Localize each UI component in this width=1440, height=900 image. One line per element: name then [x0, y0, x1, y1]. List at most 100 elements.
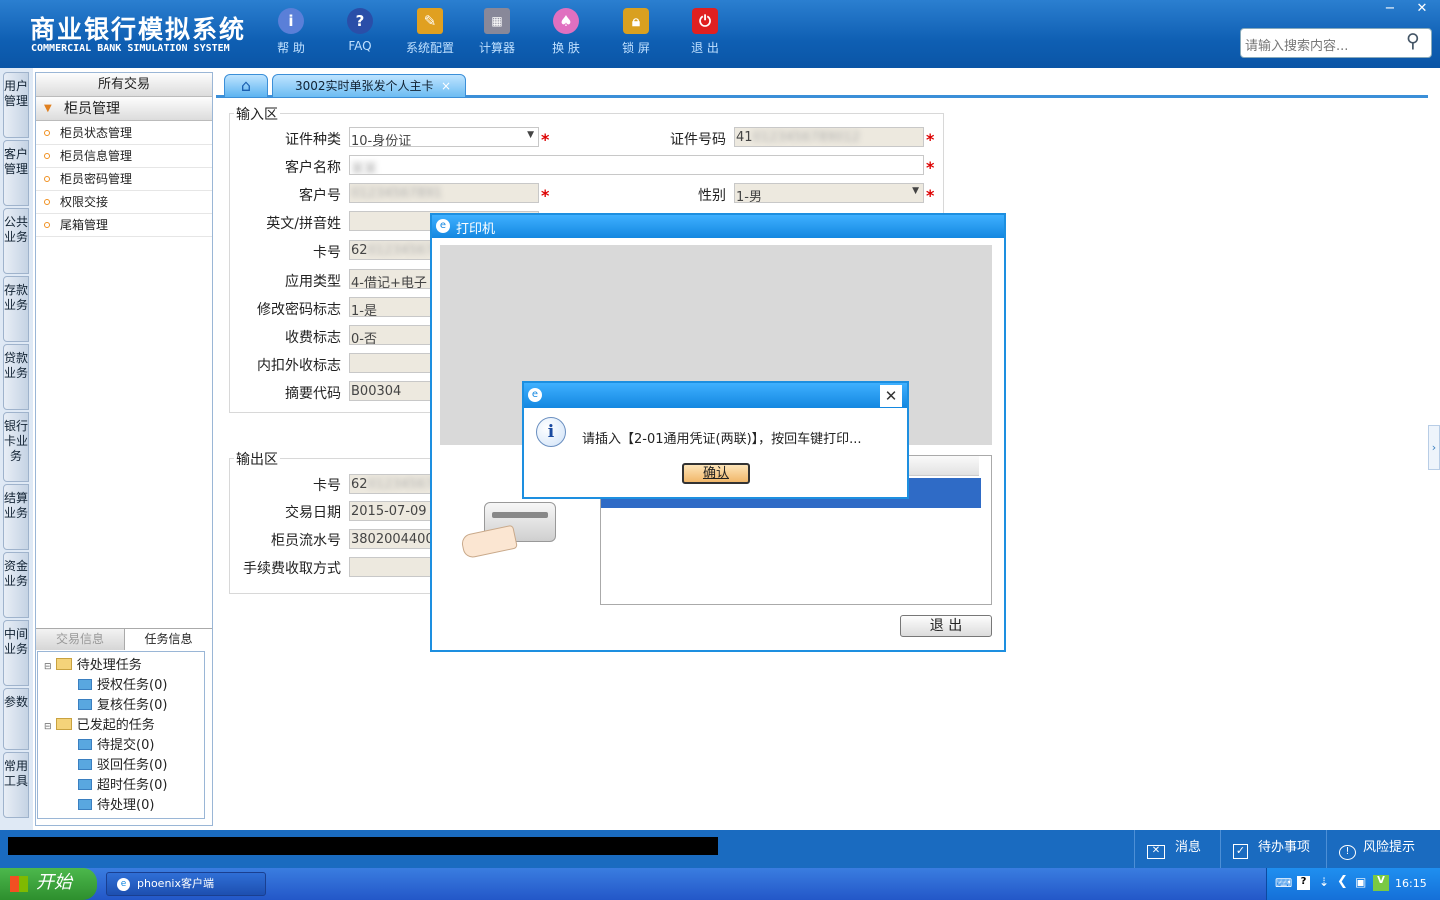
- transaction-panel: 所有交易 ▼ 柜员管理 柜员状态管理 柜员信息管理 柜员密码管理 权限交接 尾箱管…: [35, 72, 213, 826]
- lock-button[interactable]: 🔒︎ 锁 屏: [606, 8, 666, 56]
- home-icon[interactable]: ⌂: [224, 74, 268, 98]
- tree-node[interactable]: 超时任务(0): [78, 774, 167, 793]
- vtab-common-tools[interactable]: 常用工具: [3, 752, 29, 818]
- messages-button[interactable]: ✕ 消息: [1134, 830, 1234, 868]
- taskbar-app-button[interactable]: e phoenix客户端: [106, 872, 266, 896]
- app-logo-subtitle: COMMERCIAL BANK SIMULATION SYSTEM: [31, 43, 230, 54]
- chevron-down-icon[interactable]: ▼: [912, 186, 919, 196]
- menu-item[interactable]: 柜员密码管理: [36, 168, 212, 191]
- start-button[interactable]: 开始: [0, 868, 97, 900]
- id-number-field[interactable]: 410123456789012: [734, 127, 924, 147]
- field-label: 英文/拼音姓: [266, 216, 341, 232]
- skin-button[interactable]: ♠ 换 肤: [536, 8, 596, 56]
- folder-icon: [78, 739, 92, 750]
- gender-select[interactable]: 1-男 ▼: [734, 183, 924, 203]
- vtab-loan[interactable]: 贷款业务: [3, 344, 29, 410]
- signal-icon[interactable]: ⇣: [1319, 875, 1329, 889]
- arrow-left-icon[interactable]: ❮: [1337, 874, 1348, 889]
- bullet-icon: [44, 130, 50, 136]
- calculator-button[interactable]: ▦ 计算器: [467, 8, 527, 56]
- keyboard-icon[interactable]: ⌨: [1275, 876, 1292, 890]
- risk-button[interactable]: ! 风险提示: [1326, 830, 1440, 868]
- required-mark: *: [926, 186, 935, 205]
- faq-button[interactable]: ? FAQ: [330, 8, 390, 53]
- customer-number-field[interactable]: 01234567891: [349, 183, 539, 203]
- folder-icon: [55, 718, 72, 730]
- tree-node[interactable]: 待提交(0): [78, 734, 154, 753]
- customer-name-field[interactable]: 某某: [349, 155, 924, 175]
- tree-node[interactable]: 授权任务(0): [78, 674, 167, 693]
- vtab-user-mgmt[interactable]: 用户管理: [3, 72, 29, 138]
- tree-node[interactable]: 驳回任务(0): [78, 754, 167, 773]
- field-label: 摘要代码: [285, 386, 341, 402]
- menu-item[interactable]: 柜员信息管理: [36, 145, 212, 168]
- tab-3002[interactable]: 3002实时单张发个人主卡 ×: [272, 74, 466, 98]
- dialog-close-icon[interactable]: ✕: [880, 385, 902, 407]
- caret-down-icon: ▼: [44, 103, 52, 114]
- field-label: 证件号码: [670, 132, 726, 148]
- vtab-params[interactable]: 参数: [3, 688, 29, 750]
- confirm-button[interactable]: 确认: [682, 463, 750, 484]
- vpn-icon[interactable]: V: [1373, 875, 1389, 891]
- folder-icon: [78, 759, 92, 770]
- help-button[interactable]: i帮 助: [261, 8, 321, 56]
- required-mark: *: [541, 186, 550, 205]
- group-teller-mgmt[interactable]: ▼ 柜员管理: [36, 97, 212, 121]
- vtab-intermediary[interactable]: 中间业务: [3, 620, 29, 686]
- status-message-area: [8, 837, 718, 855]
- tree-node[interactable]: 待处理(0): [78, 794, 154, 813]
- folder-icon: [78, 799, 92, 810]
- calculator-icon: ▦: [484, 8, 510, 34]
- vtab-public-business[interactable]: 公共业务: [3, 208, 29, 274]
- folder-icon: [55, 658, 72, 670]
- todo-button[interactable]: ✓ 待办事项: [1220, 830, 1326, 868]
- tree-node[interactable]: ⊟ 已发起的任务: [44, 714, 155, 733]
- vtab-customer-mgmt[interactable]: 客户管理: [3, 140, 29, 206]
- close-icon[interactable]: ✕: [1406, 0, 1438, 20]
- faq-icon: ?: [347, 8, 373, 34]
- vtab-bank-card[interactable]: 银行卡业务: [3, 412, 29, 482]
- speech-bubble-icon: !: [1339, 845, 1356, 860]
- help-icon: i: [278, 8, 304, 34]
- field-label: 手续费收取方式: [243, 561, 341, 577]
- id-type-select[interactable]: 10-身份证 ▼: [349, 127, 539, 147]
- minimize-icon[interactable]: −: [1374, 0, 1406, 20]
- task-tree: ⊟ 待处理任务 授权任务(0) 复核任务(0) ⊟ 已发起的任务 待提交(0) …: [37, 651, 205, 819]
- tree-node[interactable]: 复核任务(0): [78, 694, 167, 713]
- ie-icon: e: [528, 388, 542, 402]
- field-label: 应用类型: [285, 274, 341, 290]
- chevron-down-icon[interactable]: ▼: [527, 130, 534, 140]
- vtab-funds[interactable]: 资金业务: [3, 552, 29, 618]
- windows-logo-icon: [10, 876, 28, 892]
- bullet-icon: [44, 176, 50, 182]
- checkbox-icon: ✓: [1233, 844, 1248, 859]
- required-mark: *: [926, 130, 935, 149]
- folder-icon: [78, 699, 92, 710]
- tree-node[interactable]: ⊟ 待处理任务: [44, 654, 142, 673]
- info-icon: i: [536, 417, 566, 447]
- field-label: 修改密码标志: [257, 302, 341, 318]
- tab-transaction-info[interactable]: 交易信息: [36, 629, 124, 650]
- vtab-deposit[interactable]: 存款业务: [3, 276, 29, 342]
- collapse-arrow-icon[interactable]: ›: [1428, 425, 1440, 470]
- all-transactions-header[interactable]: 所有交易: [36, 73, 212, 97]
- printer-exit-button[interactable]: 退 出: [900, 615, 992, 637]
- bullet-icon: [44, 153, 50, 159]
- tab-task-info[interactable]: 任务信息: [124, 629, 212, 650]
- config-button[interactable]: ✎ 系统配置: [400, 8, 460, 56]
- help-tray-icon[interactable]: ?: [1297, 876, 1310, 890]
- input-area-legend: 输入区: [234, 104, 280, 124]
- menu-item[interactable]: 柜员状态管理: [36, 122, 212, 145]
- menu-item[interactable]: 权限交接: [36, 191, 212, 214]
- field-label: 卡号: [313, 478, 341, 494]
- vtab-settlement[interactable]: 结算业务: [3, 484, 29, 550]
- network-icon[interactable]: ▣: [1355, 875, 1366, 889]
- menu-item[interactable]: 尾箱管理: [36, 214, 212, 237]
- system-tray: ⌨ ? ⇣ ❮ ▣ V 16:15: [1266, 868, 1440, 900]
- search-input[interactable]: 请输入搜索内容...: [1240, 28, 1432, 58]
- field-label: 收费标志: [285, 330, 341, 346]
- tab-close-icon[interactable]: ×: [441, 75, 451, 97]
- field-label: 柜员流水号: [271, 533, 341, 549]
- search-icon[interactable]: ⚲: [1406, 30, 1420, 52]
- exit-button[interactable]: ⏻ 退 出: [675, 8, 735, 56]
